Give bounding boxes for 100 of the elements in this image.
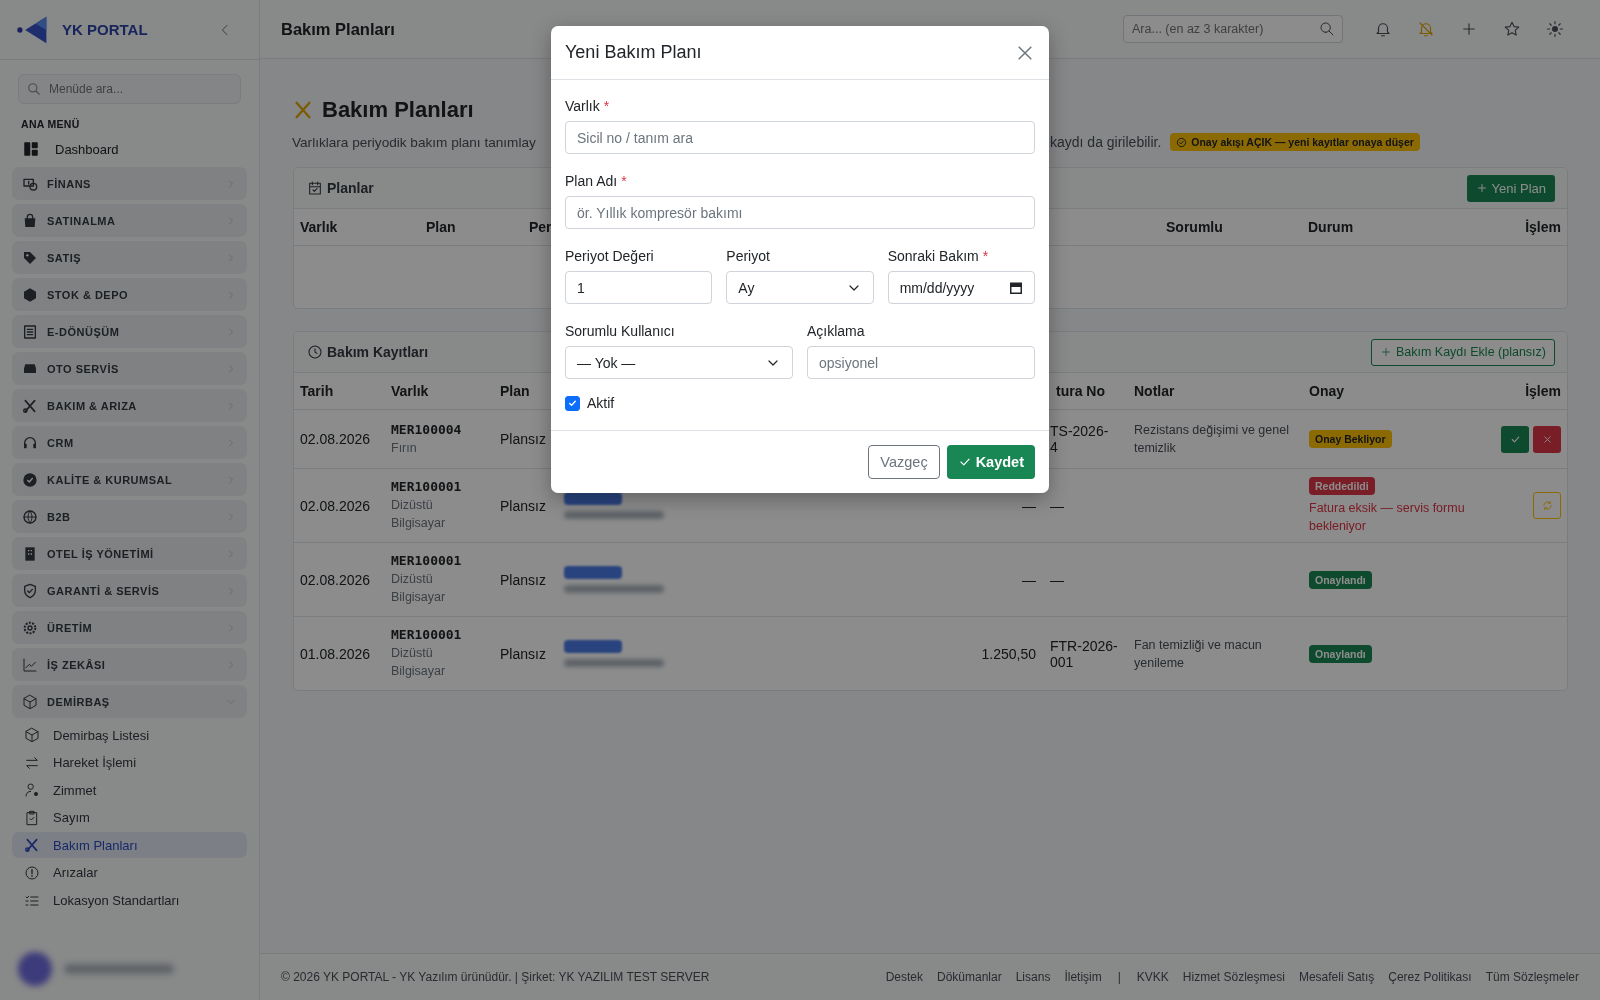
menu-group[interactable]: FİNANS xyxy=(12,167,247,200)
tools-icon xyxy=(24,837,40,854)
blurred-tag xyxy=(564,640,622,653)
field-label: Sorumlu Kullanıcı xyxy=(565,323,675,339)
avatar[interactable] xyxy=(18,952,52,986)
menu-group[interactable]: SATINALMA xyxy=(12,204,247,237)
clipboard-icon xyxy=(24,809,40,826)
add-record-button[interactable]: Bakım Kaydı Ekle (plansız) xyxy=(1370,338,1555,366)
page-header-title: Bakım Planları xyxy=(281,19,396,39)
footer-link[interactable]: Lisans xyxy=(1015,970,1051,984)
reject-button[interactable] xyxy=(1533,425,1561,453)
menu-item[interactable]: Demirbaş Listesi xyxy=(12,722,247,748)
column-header: Varlık xyxy=(299,219,339,235)
footer-link[interactable]: Çerez Politikası xyxy=(1388,970,1472,984)
menu-group[interactable]: ÜRETİM xyxy=(12,611,247,644)
input-field[interactable]: opsiyonel xyxy=(807,346,1035,379)
column-header: Notlar xyxy=(1133,383,1176,399)
input-field[interactable]: Sicil no / tanım ara xyxy=(565,121,1035,154)
status-badge: Onaylandı xyxy=(1309,570,1372,589)
shield-icon xyxy=(22,582,38,599)
menu-item[interactable]: Hareket İşlemi xyxy=(12,749,247,776)
plan-cell-text: Plansız xyxy=(499,645,547,662)
cancel-button[interactable]: Vazgeç xyxy=(868,445,940,479)
select-field[interactable]: Ay xyxy=(726,271,874,304)
menu-item[interactable]: Lokasyon Standartları xyxy=(12,887,247,914)
plan-cell-text: Plansız xyxy=(499,497,547,514)
bell-icon[interactable] xyxy=(1373,20,1392,38)
footer-link[interactable]: İletişim xyxy=(1064,970,1102,984)
footer-link[interactable]: Hizmet Sözleşmesi xyxy=(1182,970,1285,984)
date-cell-text: 01.08.2026 xyxy=(299,645,372,662)
asset-code: MER100001 xyxy=(391,553,462,568)
select-field[interactable]: — Yok — xyxy=(565,346,793,379)
tools-icon xyxy=(22,397,38,414)
search-field[interactable]: Ara... (en az 3 karakter) xyxy=(1123,15,1343,43)
approval-badge: Onay akışı AÇIK — yeni kayıtlar onaya düşer xyxy=(1170,133,1420,151)
required-mark: * xyxy=(603,98,610,114)
new-plan-button[interactable]: Yeni Plan xyxy=(1466,174,1555,202)
checkbox-label: Aktif xyxy=(587,395,615,411)
date-cell-text: 02.08.2026 xyxy=(299,431,372,447)
search-icon xyxy=(27,82,41,96)
amount-cell-text: 1.250,50 xyxy=(980,645,1037,662)
modal-title: Yeni Bakım Planı xyxy=(565,42,703,63)
footer-link[interactable]: Mesafeli Satış xyxy=(1298,970,1375,984)
menu-group[interactable]: STOK & DEPO xyxy=(12,278,247,311)
bell-off-icon[interactable] xyxy=(1416,20,1435,38)
column-header: İşlem xyxy=(1524,219,1562,235)
active-checkbox[interactable] xyxy=(565,395,580,411)
date-field[interactable]: mm/dd/yyyy xyxy=(887,271,1035,304)
plus-icon xyxy=(1475,182,1488,194)
field-label: Periyot Değeri xyxy=(565,248,654,264)
plus-icon xyxy=(1379,346,1392,358)
chart-icon xyxy=(22,656,38,673)
section-label: ANA MENÜ xyxy=(21,118,81,130)
amount-cell-text: — xyxy=(1021,497,1037,514)
asset-name: Dizüstü Bilgisayar xyxy=(391,497,447,532)
menu-group[interactable]: E-DÖNÜŞÜM xyxy=(12,315,247,348)
menu-item[interactable]: Dashboard xyxy=(12,135,247,163)
search-icon xyxy=(1319,21,1335,37)
required-mark: * xyxy=(621,173,627,189)
date-cell-text: 02.08.2026 xyxy=(299,571,372,588)
field-label: Sonraki Bakım xyxy=(887,248,979,264)
status-badge: Onay Bekliyor xyxy=(1309,430,1392,448)
menu-group[interactable]: B2B xyxy=(12,500,247,533)
close-icon xyxy=(1541,433,1553,445)
sun-icon[interactable] xyxy=(1545,20,1564,38)
status-badge: Onaylandı xyxy=(1309,644,1372,663)
input-field[interactable]: ör. Yıllık kompresör bakımı xyxy=(565,196,1035,229)
approve-button[interactable] xyxy=(1501,425,1529,453)
menu-item[interactable]: Arızalar xyxy=(12,859,247,886)
menu-group[interactable]: İŞ ZEKÂSI xyxy=(12,648,247,681)
footer-link[interactable]: Dökümanlar xyxy=(937,970,1002,984)
asset-name: Fırın xyxy=(391,439,417,457)
field-label: Açıklama xyxy=(807,323,865,339)
page-description: kaydı da girilebilir. xyxy=(1050,134,1162,150)
menu-group[interactable]: GARANTİ & SERVİS xyxy=(12,574,247,607)
column-header: Varlık xyxy=(390,383,430,399)
menu-group[interactable]: DEMİRBAŞ xyxy=(12,685,247,718)
menu-item[interactable]: Sayım xyxy=(12,804,247,831)
menu-item[interactable]: Bakım Planları xyxy=(12,832,247,859)
menu-group[interactable]: CRM xyxy=(12,426,247,459)
menu-group[interactable]: OTO SERVİS xyxy=(12,352,247,385)
footer-link[interactable]: Destek xyxy=(885,970,923,984)
box-icon xyxy=(22,286,38,303)
column-header: Sorumlu xyxy=(1165,219,1224,235)
footer-link[interactable]: KVKK xyxy=(1136,970,1169,984)
required-mark: * xyxy=(982,248,989,264)
menu-item[interactable]: Zimmet xyxy=(12,777,247,804)
menu-group[interactable]: KALİTE & KURUMSAL xyxy=(12,463,247,496)
column-header: İşlem xyxy=(1524,383,1562,399)
menu-group[interactable]: BAKIM & ARIZA xyxy=(12,389,247,422)
menu-search-field[interactable]: Menüde ara... xyxy=(18,74,241,104)
menu-group[interactable]: SATIŞ xyxy=(12,241,247,274)
input-field[interactable]: 1 xyxy=(565,271,713,304)
page-title: Bakım Planları xyxy=(322,96,474,124)
menu-group[interactable]: OTEL İŞ YÖNETİMİ xyxy=(12,537,247,570)
save-button[interactable]: Kaydet xyxy=(946,445,1035,479)
footer-link[interactable]: Tüm Sözleşmeler xyxy=(1485,970,1579,984)
star-icon[interactable] xyxy=(1502,20,1521,38)
tag-icon xyxy=(22,249,38,266)
invoice-cell-text: FTR-2026-001 xyxy=(1050,637,1119,670)
